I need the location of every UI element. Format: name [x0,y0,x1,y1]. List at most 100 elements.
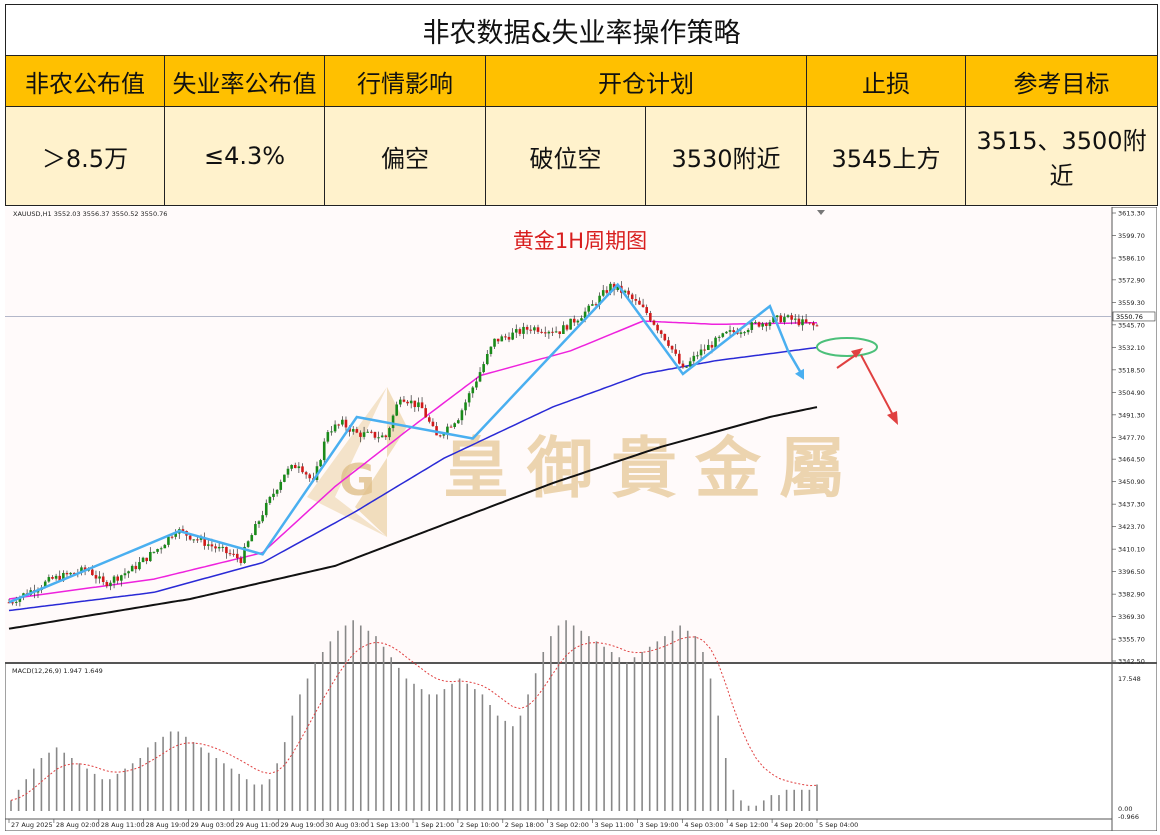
candle-body [366,431,370,433]
candle-body [192,539,196,541]
candle-body [268,496,272,503]
candle-body [206,544,210,546]
candle-body [239,558,243,563]
y-tick-label: 3464.50 [1118,456,1145,464]
candle-body [47,577,51,582]
candle-body [326,432,330,442]
candle-body [674,349,677,354]
candle-body [319,460,322,467]
candle-body [569,318,572,330]
candle-body [170,536,174,538]
candle-body [601,290,605,296]
x-tick-label: 28 Aug 19:00 [146,821,190,829]
candle-body [123,573,127,576]
candle-body [297,466,301,469]
candle-body [283,474,286,482]
candle-body [127,571,130,574]
candle-body [754,322,757,324]
candle-body [525,326,529,330]
candle-body [746,329,750,333]
candle-body [688,361,692,367]
y-tick-label: 3410.10 [1118,546,1145,554]
candle-body [750,322,754,330]
candle-body [225,546,228,554]
candle-body [384,435,388,438]
candle-body [482,364,485,373]
candle-body [634,299,638,301]
macd-tick-label: 17.548 [1118,675,1141,683]
candle-body [409,400,413,404]
candle-body [246,541,250,547]
y-tick-label: 3586.10 [1118,254,1145,262]
candle-body [460,410,464,421]
x-tick-label: 1 Sep 13:00 [370,821,409,829]
candle-body [188,535,192,540]
candle-body [678,353,681,364]
candle-body [464,402,467,411]
candle-body [696,355,699,357]
y-tick-label: 3545.70 [1118,321,1145,329]
candle-body [290,464,293,469]
y-tick-label: 3559.30 [1118,299,1145,307]
candle-body [714,337,717,348]
candle-body [373,431,377,438]
candle-body [138,562,141,570]
chart-title: 黄金1H周期图 [513,229,647,253]
candle-body [757,322,761,327]
candle-body [54,575,58,579]
candle-body [699,349,703,356]
candle-body [163,544,167,549]
candle-body [301,466,304,473]
value-nfp: ＞8.5万 [5,106,165,206]
candle-body [341,419,344,425]
candle-body [514,329,518,333]
candle-body [489,346,493,355]
candle-body [116,576,119,581]
candle-body [221,546,225,548]
candle-body [431,421,435,427]
candle-body [507,336,511,340]
candle-body [779,315,783,323]
candle-body [547,331,551,334]
candle-body [478,372,482,382]
candle-body [91,569,94,576]
candle-body [543,332,547,334]
candle-body [775,315,779,318]
y-tick-label: 3369.30 [1118,613,1145,621]
header-market-impact: 行情影响 [324,55,486,107]
candle-body [388,428,391,438]
candle-body [399,399,402,405]
candle-body [214,546,217,549]
candle-body [518,329,522,334]
candle-body [120,575,123,581]
candle-body [783,317,786,323]
y-tick-label: 3491.30 [1118,411,1145,419]
candle-body [322,441,326,461]
candle-body [572,318,576,323]
candle-body [721,333,725,337]
candle-body [101,576,105,583]
x-tick-label: 2 Sep 18:00 [505,821,544,829]
candle-body [196,539,199,541]
candle-body [105,582,109,587]
candle-body [808,322,812,324]
candle-body [768,322,772,326]
candle-body [764,323,768,326]
candle-body [707,344,710,351]
candle-body [275,489,279,494]
y-tick-label: 3599.70 [1118,232,1145,240]
x-tick-label: 4 Sep 12:00 [729,821,768,829]
candle-body [717,336,721,338]
y-tick-label: 3504.90 [1118,389,1145,397]
candle-body [511,332,514,340]
candle-body [522,326,525,334]
candle-body [254,524,257,536]
candle-body [692,355,696,362]
candle-body [743,332,746,334]
y-tick-label: 3572.90 [1118,276,1145,284]
candle-body [554,331,558,333]
candle-body [540,331,543,333]
macd-tick-label: 0.00 [1118,805,1132,813]
candle-body [417,402,420,408]
candle-body [587,305,591,312]
